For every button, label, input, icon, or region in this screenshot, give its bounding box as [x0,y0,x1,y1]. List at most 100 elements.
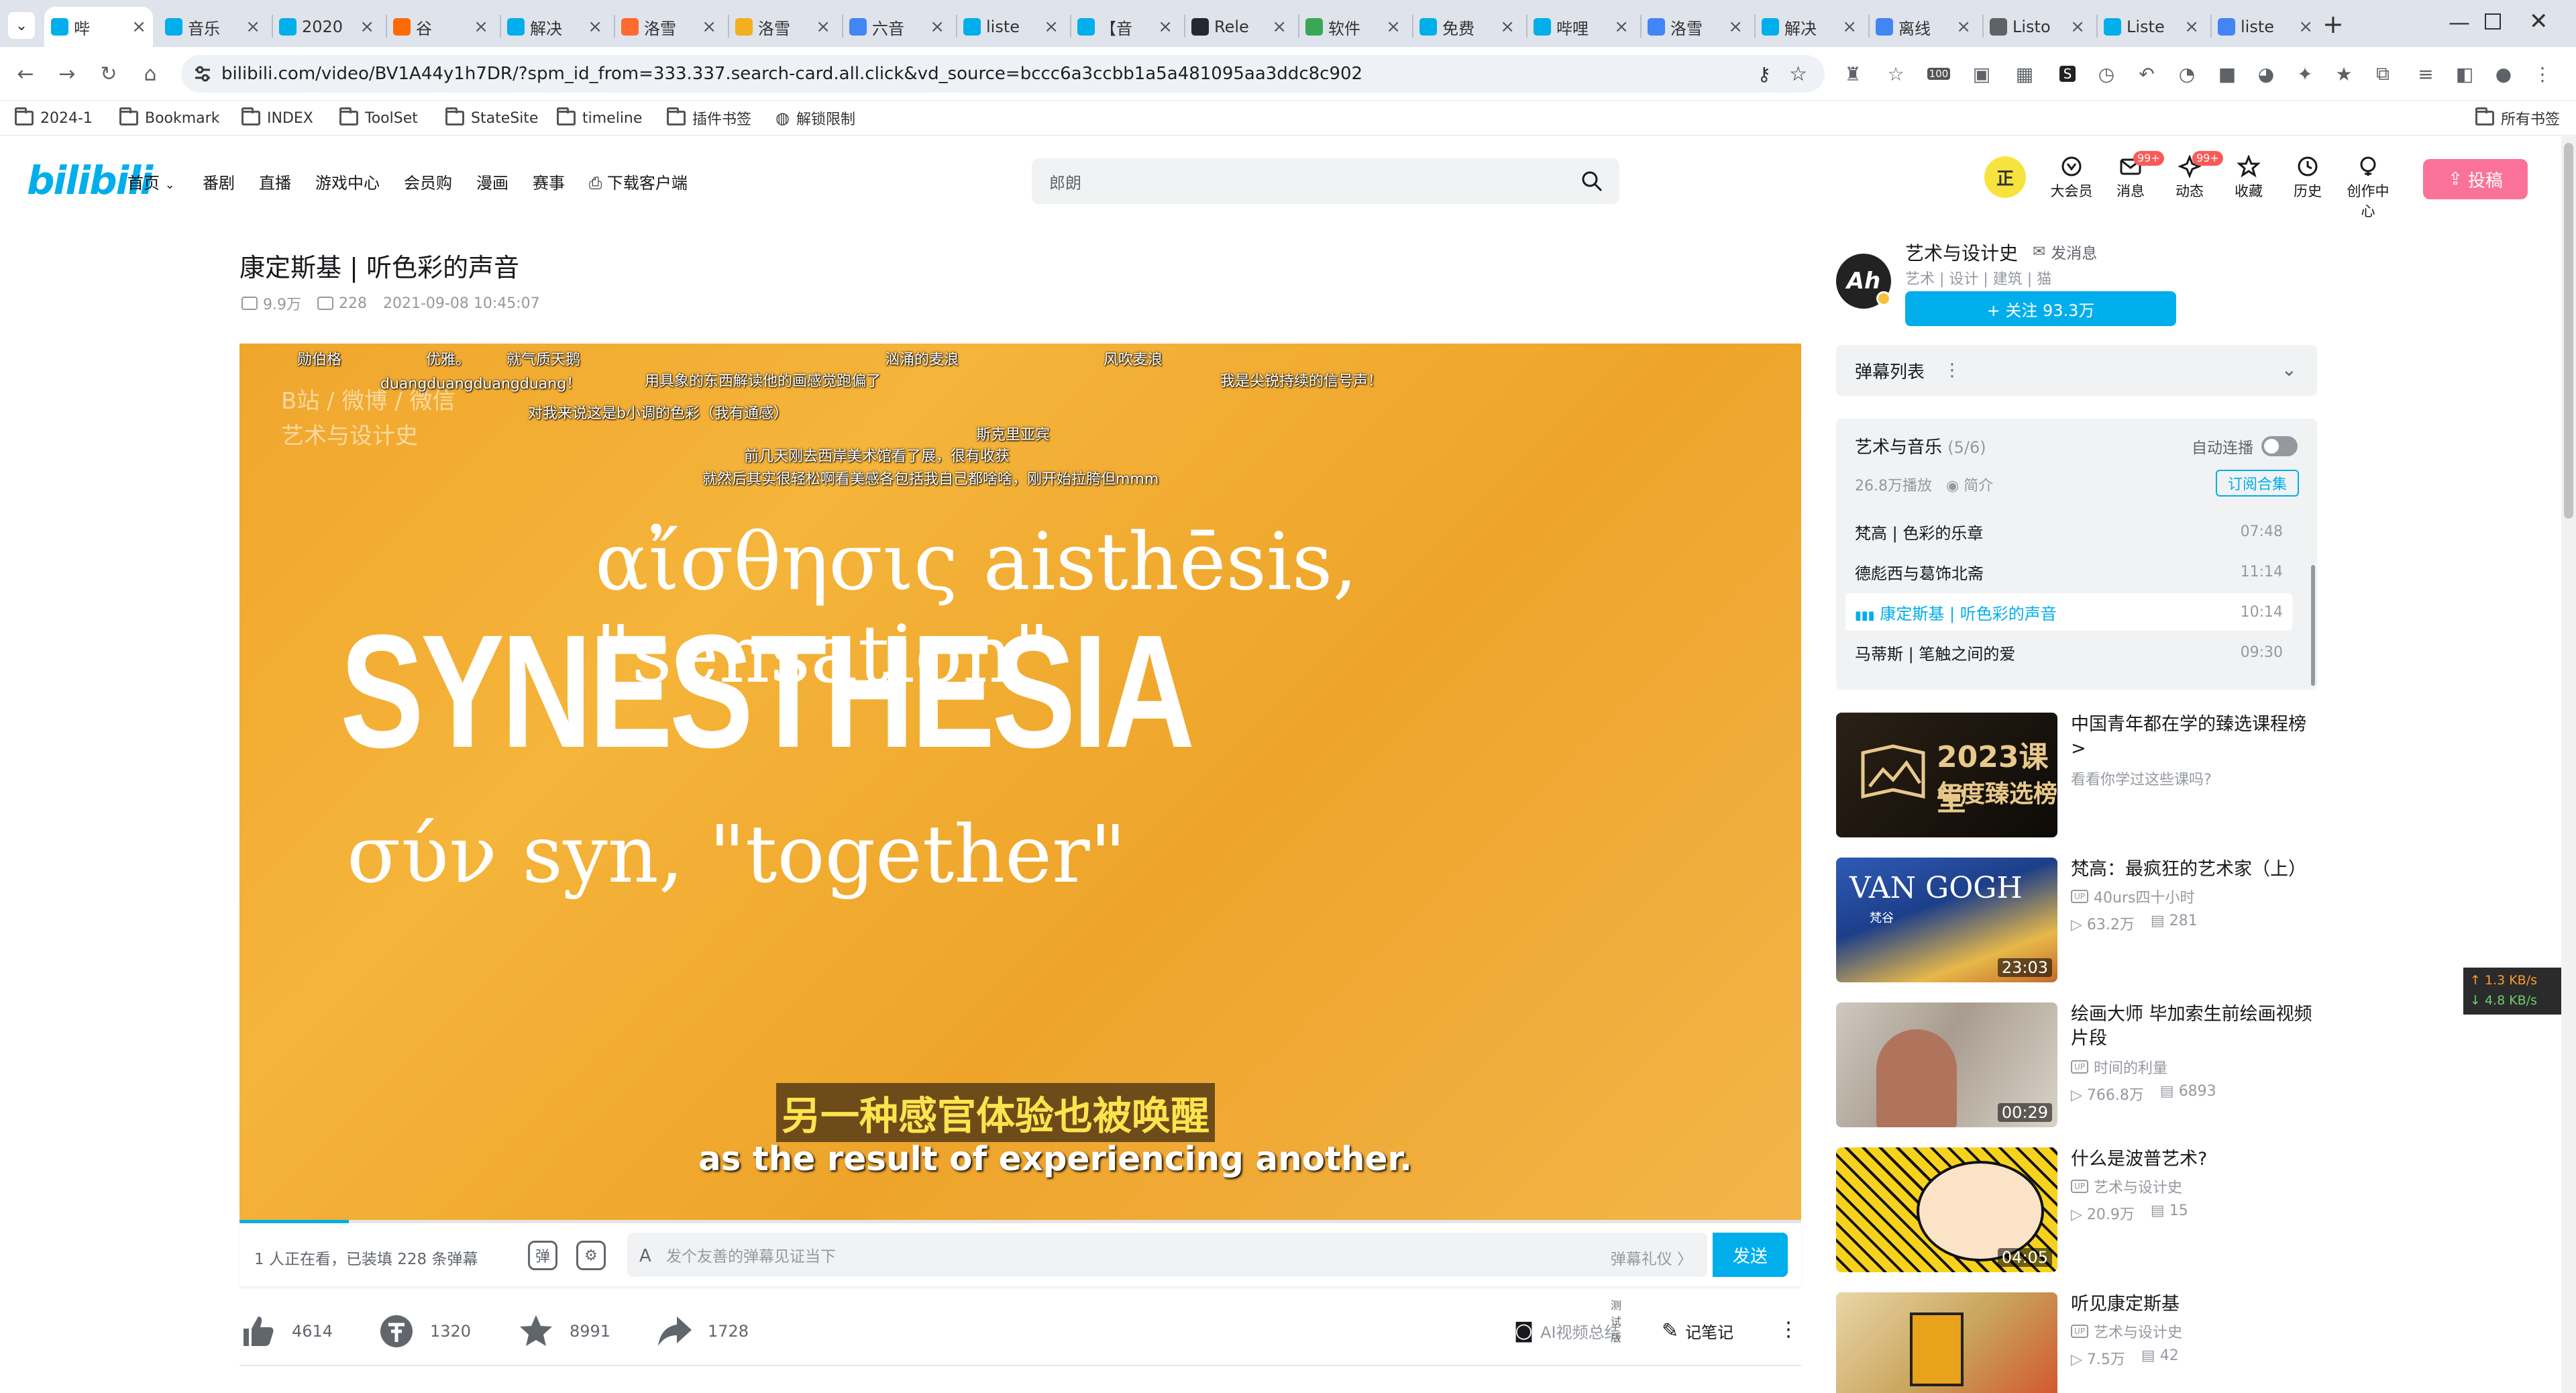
extension-star-icon[interactable]: ☆ [1882,60,1909,87]
browser-tab[interactable]: liste × [957,7,1065,47]
nav-manga[interactable]: 漫画 [476,170,508,193]
intro-link[interactable]: 简介 [1964,478,1993,495]
danmaku-comment[interactable]: 我是尖锐持续的信号声！ [1220,369,1383,391]
notes-button[interactable]: ✎ 记笔记 [1662,1319,1733,1343]
header-history[interactable]: 历史 [2281,155,2334,201]
bookmark-folder-2[interactable]: INDEX [241,106,313,130]
browser-tab[interactable]: Liste × [2097,7,2206,47]
extension-red-icon[interactable]: ■ [2214,60,2241,87]
restore-button[interactable] [2485,13,2501,30]
subscribe-collection-button[interactable]: 订阅合集 [2216,470,2299,497]
extension-undo-icon[interactable]: ↶ [2133,60,2160,87]
side-panel-icon[interactable]: ◧ [2451,60,2478,87]
close-tab-icon[interactable]: × [2298,17,2313,37]
uploader-avatar[interactable]: Ah [1836,254,1891,309]
browser-tab[interactable]: 洛雪 × [729,7,837,47]
collection-title[interactable]: 艺术与音乐 (5/6) [1855,433,1986,458]
close-tab-icon[interactable]: × [474,17,488,37]
episode-item[interactable]: 德彪西与葛饰北斋 11:14 [1845,553,2292,590]
danmaku-comment[interactable]: 汹涌的麦浪 [885,348,959,369]
recommended-title[interactable]: 中国青年都在学的臻选课程榜 > [2071,713,2319,761]
browser-tab[interactable]: 解决 × [1755,7,1864,47]
toggle-switch[interactable] [2261,436,2298,456]
minimize-button[interactable]: — [2449,9,2470,35]
browser-tab[interactable]: 免费 × [1413,7,1521,47]
close-tab-icon[interactable]: × [131,17,146,37]
nav-live[interactable]: 直播 [259,170,291,193]
nav-home[interactable]: 首页 ⌄ [127,170,175,193]
nav-anime[interactable]: 番剧 [203,170,235,193]
close-window-button[interactable]: ✕ [2529,8,2548,35]
text-style-icon[interactable]: A [639,1246,651,1266]
header-vip[interactable]: 大会员 [2045,155,2098,201]
header-dynamics[interactable]: 99+ 动态 [2163,151,2223,201]
browser-tab[interactable]: 六音 × [843,7,951,47]
close-tab-icon[interactable]: × [588,17,602,37]
recommended-uploader[interactable]: UP 艺术与设计史 [2071,1321,2182,1342]
recommended-video[interactable]: 听见康定斯基 UP 艺术与设计史 ▷ 7.5万 ▤ 42 [1836,1292,2317,1393]
home-button[interactable]: ⌂ [136,59,165,89]
close-tab-icon[interactable]: × [930,17,945,37]
close-tab-icon[interactable]: × [1158,17,1173,37]
close-tab-icon[interactable]: × [1044,17,1059,37]
bookmark-folder-4[interactable]: StateSite [445,106,538,130]
site-settings-icon[interactable] [193,64,212,83]
forward-button[interactable]: → [52,59,82,89]
browser-tab[interactable]: 软件 × [1299,7,1407,47]
bookmark-folder-6[interactable]: 插件书签 [667,106,751,130]
bookmark-folder-1[interactable]: Bookmark [119,106,219,130]
episode-item[interactable]: 马蒂斯 | 笔触之间的爱 09:30 [1845,633,2292,671]
video-thumbnail[interactable]: VAN GOGH 梵谷 23:03 [1836,858,2057,982]
danmaku-comment[interactable]: 优雅。 [426,348,470,369]
recommended-title[interactable]: 什么是波普艺术? [2071,1147,2319,1172]
extension-grid-icon[interactable]: ▦ [2011,60,2038,87]
extension-puzzle-yellow-icon[interactable]: ✦ [2292,60,2318,87]
danmaku-input[interactable]: A 发个友善的弹幕见证当下 弹幕礼仪 〉 [627,1233,1707,1277]
url-field[interactable]: bilibili.com/video/BV1A44y1h7DR/?spm_id_… [181,55,1825,93]
video-thumbnail[interactable] [1836,1292,2057,1393]
send-message-link[interactable]: ✉ 发消息 [2033,240,2097,263]
search-icon[interactable] [1580,170,1603,193]
browser-tab[interactable]: 洛雪 × [1641,7,1750,47]
bookmark-star-icon[interactable]: ☆ [1789,62,1807,86]
new-tab-button[interactable]: + [2322,9,2344,39]
bookmark-link-7[interactable]: ◍ 解锁限制 [775,106,855,130]
close-tab-icon[interactable]: × [2070,17,2085,37]
nav-download-client[interactable]: ⎙ 下载客户端 [589,170,688,193]
close-tab-icon[interactable]: × [246,17,260,37]
danmaku-settings-icon[interactable]: ⚙ [576,1241,606,1270]
bookmark-folder-5[interactable]: timeline [557,106,642,130]
coin-button[interactable]: 1320 [378,1312,471,1350]
video-thumbnail[interactable]: 00:29 [1836,1002,2057,1127]
recommended-video[interactable]: 2023课堂 年度臻选榜 中国青年都在学的臻选课程榜 > 看看你学过这些课吗? [1836,713,2317,840]
video-thumbnail[interactable]: 2023课堂 年度臻选榜 [1836,713,2057,837]
nav-esports[interactable]: 赛事 [533,170,565,193]
more-options-icon[interactable]: ⋮ [1778,1318,1799,1341]
browser-tab[interactable]: 哔 × [44,7,153,47]
close-tab-icon[interactable]: × [1728,17,1743,37]
send-danmaku-button[interactable]: 发送 [1713,1233,1788,1277]
danmaku-comment[interactable]: 风吹麦浪 [1104,348,1163,369]
episode-item[interactable]: 梵高 | 色彩的乐章 07:48 [1845,513,2292,550]
search-input[interactable]: 郎朗 [1032,158,1619,204]
browser-tab[interactable]: 谷 × [386,7,495,47]
close-tab-icon[interactable]: × [1956,17,1971,37]
more-icon[interactable]: ⋮ [1943,360,1961,380]
recommended-uploader[interactable]: UP 40urs四十小时 [2071,886,2194,907]
user-avatar[interactable]: 正 [1984,156,2026,198]
extension-window-icon[interactable]: ▣ [1968,60,1995,87]
browser-tab[interactable]: 洛雪 × [614,7,723,47]
scrollbar-thumb[interactable] [2564,143,2573,519]
like-button[interactable]: 4614 [239,1312,333,1350]
danmaku-comment[interactable]: 用具象的东西解读他的画感觉跑偏了 [645,369,881,391]
close-tab-icon[interactable]: × [360,17,374,37]
extensions-puzzle-icon[interactable]: ⧉ [2369,60,2396,87]
recommended-title[interactable]: 梵高：最疯狂的艺术家（上） [2071,858,2319,882]
profile-icon[interactable]: ● [2490,60,2517,87]
uploader-name[interactable]: 艺术与设计史 [1905,239,2018,266]
extension-star-filled-icon[interactable]: ★ [2330,60,2357,87]
browser-tab[interactable]: liste × [2211,7,2320,47]
reading-list-icon[interactable]: ≡ [2412,60,2439,87]
close-tab-icon[interactable]: × [1272,17,1287,37]
share-button[interactable]: 1728 [655,1312,749,1350]
